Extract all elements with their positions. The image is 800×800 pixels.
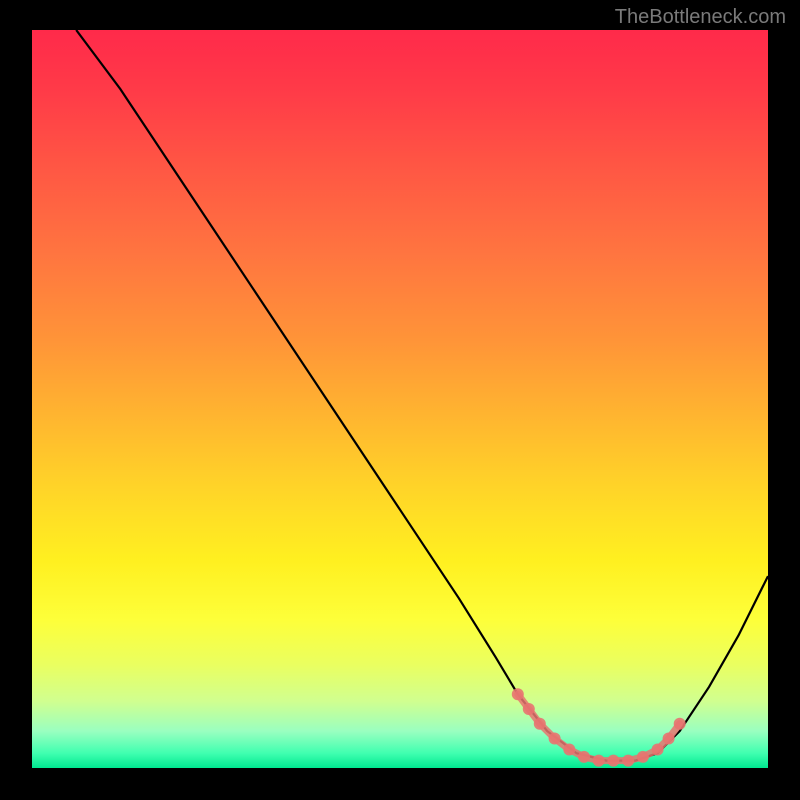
- highlight-segment: [518, 694, 680, 760]
- main-curve-line: [76, 30, 768, 761]
- highlight-dots: [512, 688, 686, 766]
- chart-svg: [32, 30, 768, 768]
- plot-area: [32, 30, 768, 768]
- watermark-text: TheBottleneck.com: [615, 6, 786, 29]
